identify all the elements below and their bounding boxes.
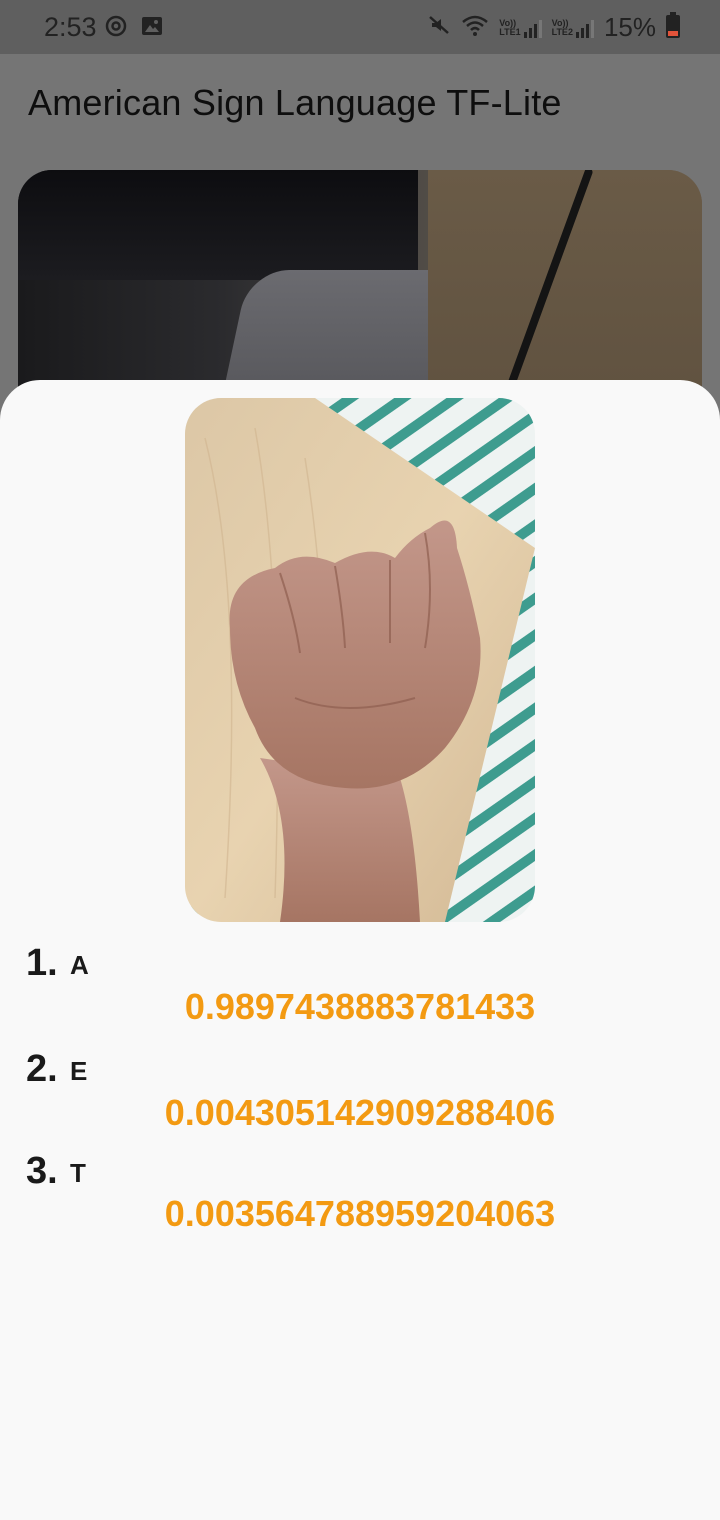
sync-icon — [104, 14, 128, 43]
result-score: 0.003564788959204063 — [164, 1193, 556, 1234]
result-score: 0.9897438883781433 — [184, 986, 536, 1027]
result-label: T — [70, 1158, 86, 1188]
result-bottom-sheet[interactable]: 1. A 0.9897438883781433 2. E 0.004305142… — [0, 380, 720, 1520]
result-label: E — [70, 1056, 88, 1086]
battery-icon — [666, 12, 680, 43]
status-right-icons: Vo)) LTE1 Vo)) LTE2 15% — [427, 12, 680, 43]
gallery-icon — [140, 14, 164, 43]
result-score: 0.004305142909288406 — [164, 1092, 556, 1133]
battery-percent: 15% — [603, 12, 656, 42]
result-rank: 3. — [26, 1150, 58, 1192]
result-label: A — [70, 950, 89, 980]
signal-lte1-icon: Vo)) LTE1 — [499, 18, 542, 38]
captured-hand-image — [185, 398, 535, 922]
mute-icon — [427, 13, 451, 42]
status-left-icons — [104, 14, 164, 43]
result-rank: 2. — [26, 1048, 58, 1090]
app-bar: American Sign Language TF-Lite — [0, 54, 720, 150]
page-title: American Sign Language TF-Lite — [28, 82, 562, 123]
status-bar: 2:53 Vo)) LTE1 Vo)) LTE2 15% — [0, 0, 720, 54]
result-rank: 1. — [26, 942, 58, 984]
signal-lte2-icon: Vo)) LTE2 — [552, 18, 594, 38]
wifi-icon — [461, 13, 489, 42]
status-time: 2:53 — [44, 12, 97, 42]
